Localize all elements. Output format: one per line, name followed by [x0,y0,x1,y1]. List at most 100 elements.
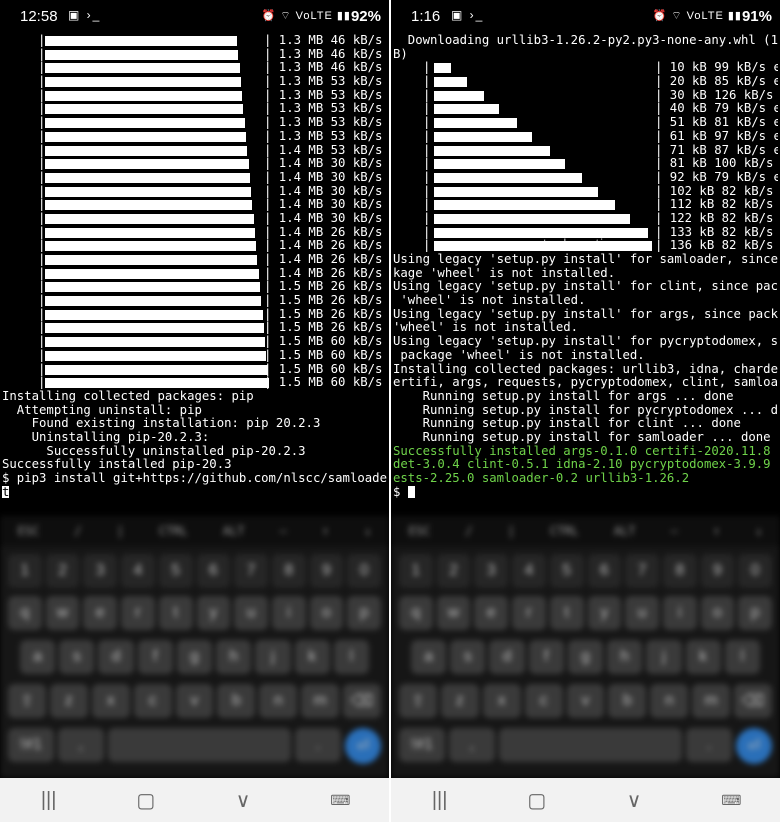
terminal-output[interactable]: | | 1.3 MB 46 kB/s e | | 1.3 MB 46 kB/s e | |… [2,34,387,516]
keyboard-key[interactable]: j [646,640,682,674]
extra-key[interactable]: ↑ [713,524,720,538]
extra-key[interactable]: ALT [223,524,245,538]
keyboard-key[interactable]: y [587,596,622,630]
keyboard-key[interactable]: h [607,640,643,674]
keyboard-key[interactable]: t [549,596,584,630]
keyboard-key[interactable]: s [59,640,95,674]
keyboard-key[interactable]: 2 [45,554,80,588]
home-button[interactable]: ▢ [517,785,557,815]
keyboard-key[interactable]: m [301,684,340,718]
keyboard-key[interactable]: e [83,596,118,630]
keyboard-key[interactable]: n [259,684,298,718]
keyboard-key[interactable]: 5 [158,554,193,588]
back-button[interactable]: ∨ [223,785,263,815]
keyboard-key[interactable]: b [608,684,647,718]
keyboard-key[interactable]: 9 [700,554,735,588]
keyboard-key[interactable]: y [196,596,231,630]
keyboard-key[interactable]: 9 [309,554,344,588]
keyboard-key[interactable]: 5 [549,554,584,588]
extra-key[interactable]: ↓ [755,524,762,538]
keyboard-key[interactable]: g [567,640,604,674]
keyboard-key[interactable]: r [512,596,546,630]
keyboard-key[interactable]: 6 [196,554,231,588]
keyboard-key[interactable]: l [724,640,760,674]
keyboard-key[interactable]: z [49,684,88,718]
keyboard-key[interactable]: d [489,640,525,674]
extra-key[interactable]: ↑ [322,524,329,538]
keyboard-key[interactable]: ⌫ [343,684,382,718]
recent-apps-button[interactable]: ||| [29,785,69,815]
keyboard-key[interactable]: z [440,684,479,718]
keyboard-key[interactable]: 4 [512,554,546,588]
extra-keys-row[interactable]: ESC / | CTRL ALT — ↑ ↓ [391,516,780,546]
keyboard-key[interactable]: , [57,728,104,762]
keyboard-key[interactable]: 2 [436,554,471,588]
extra-key[interactable]: ESC [18,524,40,538]
keyboard-key[interactable]: 7 [625,554,659,588]
extra-key[interactable]: — [671,524,678,538]
keyboard-key[interactable]: 0 [738,554,773,588]
keyboard-key[interactable]: a [20,640,56,674]
keyboard-toggle-button[interactable]: ⌨ [711,785,751,815]
keyboard-key[interactable]: f [528,640,564,674]
keyboard-key[interactable]: m [692,684,731,718]
keyboard-key[interactable]: q [8,596,42,630]
keyboard-key[interactable]: 7 [234,554,268,588]
keyboard-key[interactable]: . [686,728,732,762]
keyboard-key[interactable]: a [411,640,447,674]
home-button[interactable]: ▢ [126,785,166,815]
keyboard-key[interactable]: v [175,684,214,718]
extra-keys-row[interactable]: ESC / | CTRL ALT — ↑ ↓ [0,516,389,546]
extra-key[interactable]: / [74,524,81,538]
keyboard-key[interactable]: e [474,596,509,630]
keyboard-key[interactable] [107,728,292,762]
keyboard-key[interactable]: q [399,596,433,630]
keyboard-key[interactable]: 3 [474,554,509,588]
terminal-output[interactable]: Downloading urllib3-1.26.2-py2.py3-none-… [393,34,778,516]
keyboard-key[interactable]: 4 [121,554,155,588]
keyboard-key[interactable]: p [347,596,382,630]
keyboard-key[interactable]: x [482,684,521,718]
keyboard-key[interactable]: x [91,684,130,718]
extra-key[interactable]: ESC [409,524,431,538]
keyboard-key[interactable]: 6 [587,554,622,588]
extra-key[interactable]: | [508,524,515,538]
keyboard-key[interactable]: f [137,640,173,674]
keyboard-key[interactable]: 8 [271,554,306,588]
keyboard-key[interactable]: w [45,596,80,630]
keyboard-key[interactable]: . [295,728,341,762]
extra-key[interactable]: / [465,524,472,538]
keyboard-key[interactable]: i [271,596,306,630]
keyboard-toggle-button[interactable]: ⌨ [320,785,360,815]
keyboard-key[interactable]: 1 [8,554,42,588]
keyboard-key[interactable]: c [133,684,172,718]
extra-key[interactable]: CTRL [159,524,188,538]
keyboard-key[interactable]: 0 [347,554,382,588]
extra-key[interactable]: ↓ [364,524,371,538]
keyboard-key[interactable]: k [685,640,721,674]
keyboard-key[interactable] [498,728,683,762]
keyboard-key[interactable]: 8 [662,554,697,588]
keyboard-key[interactable]: i [662,596,697,630]
keyboard-key[interactable]: p [738,596,773,630]
keyboard-key[interactable]: g [176,640,213,674]
keyboard-key[interactable]: t [158,596,193,630]
keyboard-key[interactable]: n [650,684,689,718]
recent-apps-button[interactable]: ||| [420,785,460,815]
extra-key[interactable]: CTRL [550,524,579,538]
keyboard-key[interactable]: ⇧ [399,684,437,718]
keyboard-key[interactable]: , [448,728,495,762]
keyboard-key[interactable]: !#1 [399,728,445,762]
keyboard-key[interactable]: w [436,596,471,630]
keyboard-key[interactable]: ⏎ [345,728,381,764]
keyboard-key[interactable]: !#1 [8,728,54,762]
keyboard-key[interactable]: k [294,640,330,674]
keyboard-key[interactable]: s [450,640,486,674]
keyboard-key[interactable]: h [216,640,252,674]
keyboard-key[interactable]: c [524,684,563,718]
keyboard-key[interactable]: j [255,640,291,674]
keyboard-key[interactable]: v [566,684,605,718]
keyboard-key[interactable]: ⌫ [734,684,773,718]
keyboard-key[interactable]: u [234,596,268,630]
keyboard-key[interactable]: 3 [83,554,118,588]
